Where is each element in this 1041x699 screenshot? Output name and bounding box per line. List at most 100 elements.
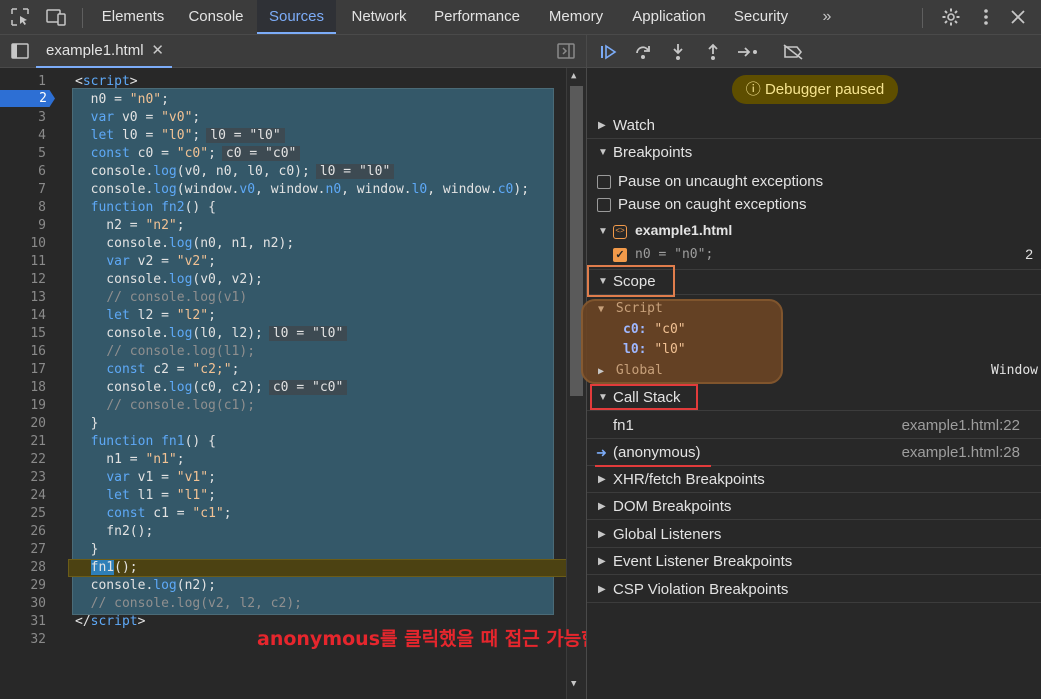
dom-breakpoints-header[interactable]: ▶ DOM Breakpoints (587, 493, 1041, 520)
device-toolbar-icon[interactable] (45, 6, 67, 28)
code-line: console.log(v0, n0, l0, c0); l0 = "l0" (75, 163, 395, 181)
line-number[interactable]: 29 (6, 577, 46, 595)
xhr-breakpoints-header[interactable]: ▶ XHR/fetch Breakpoints (587, 466, 1041, 493)
line-number[interactable]: 1 (6, 73, 46, 91)
toggle-debugger-icon[interactable] (557, 43, 575, 62)
settings-gear-icon[interactable] (940, 6, 962, 28)
scroll-up-icon[interactable]: ▲ (571, 71, 576, 81)
resume-icon[interactable] (596, 40, 620, 64)
code-line: console.log(n2); (75, 578, 216, 593)
step-out-icon[interactable] (701, 40, 725, 64)
divider (82, 8, 83, 28)
tab-elements[interactable]: Elements (94, 0, 172, 34)
debugger-toolbar (587, 35, 1041, 68)
breakpoint-file-name[interactable]: example1.html (635, 222, 732, 238)
line-number[interactable]: 8 (6, 199, 46, 217)
line-number[interactable]: 10 (6, 235, 46, 253)
watch-section-header[interactable]: ▶ Watch (587, 112, 1041, 139)
code-line: // console.log(v2, l2, c2); (90, 596, 302, 611)
line-number[interactable]: 27 (6, 541, 46, 559)
breakpoint-code[interactable]: n0 = "n0"; (635, 247, 713, 262)
line-number[interactable]: 31 (6, 613, 46, 631)
event-listener-breakpoints-header[interactable]: ▶ Event Listener Breakpoints (587, 548, 1041, 575)
step-icon[interactable] (736, 40, 760, 64)
expand-triangle-icon: ▶ (598, 474, 606, 485)
close-devtools-icon[interactable] (1007, 6, 1029, 28)
csp-violation-breakpoints-header[interactable]: ▶ CSP Violation Breakpoints (587, 576, 1041, 603)
step-into-icon[interactable] (666, 40, 690, 64)
code-line: n2 = "n2"; (75, 218, 185, 233)
pause-uncaught-checkbox[interactable] (597, 175, 611, 189)
collapse-triangle-icon: ▼ (598, 147, 608, 158)
close-tab-icon[interactable]: ✕ (151, 35, 164, 67)
line-number-gutter[interactable]: 2 1 3 4 5 6 7 8 9 10 11 12 13 14 15 16 17 18 19 20 21 22 23 24… (0, 68, 62, 699)
tab-network[interactable]: Network (342, 0, 416, 34)
line-number[interactable]: 14 (6, 307, 46, 325)
line-number[interactable]: 30 (6, 595, 46, 613)
breakpoints-section-header[interactable]: ▼ Breakpoints (587, 139, 1041, 166)
tab-performance[interactable]: Performance (427, 0, 527, 34)
file-tab[interactable]: example1.html ✕ (36, 35, 172, 68)
tab-security[interactable]: Security (726, 0, 796, 34)
editor-scrollbar[interactable]: ▲ ▼ (566, 68, 586, 699)
breakpoint-marker[interactable]: 2 (0, 90, 55, 107)
scroll-down-icon[interactable]: ▼ (571, 679, 576, 689)
tab-console[interactable]: Console (180, 0, 252, 34)
line-number[interactable]: 17 (6, 361, 46, 379)
divider (922, 8, 923, 28)
tab-application[interactable]: Application (625, 0, 713, 34)
inspect-element-icon[interactable] (9, 6, 31, 28)
tab-sources[interactable]: Sources (257, 0, 336, 34)
code-line: // console.log(l1); (106, 344, 256, 359)
code-line: <script> (75, 74, 138, 89)
call-frame-fn1[interactable]: fn1 example1.html:22 (587, 412, 1041, 439)
line-number[interactable]: 4 (6, 127, 46, 145)
code-line: </script> (75, 614, 146, 629)
global-scope-row[interactable]: ▶ Global Window (598, 363, 1038, 378)
line-number[interactable]: 15 (6, 325, 46, 343)
line-number[interactable]: 28 (6, 559, 46, 577)
line-number[interactable]: 22 (6, 451, 46, 469)
more-tabs-button[interactable]: » (812, 0, 842, 34)
line-number[interactable]: 6 (6, 163, 46, 181)
collapse-triangle-icon: ▼ (598, 304, 605, 315)
code-line: } (75, 416, 99, 431)
line-number[interactable]: 20 (6, 415, 46, 433)
line-number[interactable]: 24 (6, 487, 46, 505)
pause-caught-checkbox[interactable] (597, 198, 611, 212)
line-number[interactable]: 26 (6, 523, 46, 541)
line-number[interactable]: 9 (6, 217, 46, 235)
line-number[interactable]: 7 (6, 181, 46, 199)
script-scope-row[interactable]: ▼ Script (598, 301, 663, 316)
scope-var-l0[interactable]: l0: "l0" (623, 342, 686, 357)
toggle-navigator-icon[interactable] (11, 43, 29, 62)
tab-memory[interactable]: Memory (540, 0, 612, 34)
html-file-icon: <> (613, 225, 627, 239)
code-line: const c2 = "c2;"; (106, 362, 240, 377)
line-number[interactable]: 18 (6, 379, 46, 397)
code-line: console.log(n0, n1, n2); (75, 236, 295, 251)
line-number[interactable]: 32 (6, 631, 46, 649)
call-frame-anonymous[interactable]: ➜ (anonymous) example1.html:28 (587, 439, 1041, 466)
line-number[interactable]: 11 (6, 253, 46, 271)
line-number[interactable]: 16 (6, 343, 46, 361)
more-options-icon[interactable] (975, 6, 997, 28)
scope-highlight-box (587, 265, 675, 297)
line-number[interactable]: 21 (6, 433, 46, 451)
line-number[interactable]: 5 (6, 145, 46, 163)
scope-var-c0[interactable]: c0: "c0" (623, 322, 686, 337)
global-listeners-header[interactable]: ▶ Global Listeners (587, 521, 1041, 548)
code-line: n0 = "n0"; (75, 92, 169, 107)
step-over-icon[interactable] (631, 40, 655, 64)
line-number[interactable]: 25 (6, 505, 46, 523)
line-number[interactable]: 3 (6, 109, 46, 127)
deactivate-breakpoints-icon[interactable] (781, 40, 805, 64)
file-tab-label: example1.html (46, 42, 144, 59)
line-number[interactable]: 19 (6, 397, 46, 415)
breakpoint-enabled-checkbox[interactable]: ✓ (613, 248, 627, 262)
line-number[interactable]: 12 (6, 271, 46, 289)
line-number[interactable]: 13 (6, 289, 46, 307)
code-editor[interactable]: 2 1 3 4 5 6 7 8 9 10 11 12 13 14 15 16 17 18 19 20 21 22 23 24… (0, 68, 586, 699)
expand-triangle-icon: ▶ (598, 366, 605, 377)
line-number[interactable]: 23 (6, 469, 46, 487)
